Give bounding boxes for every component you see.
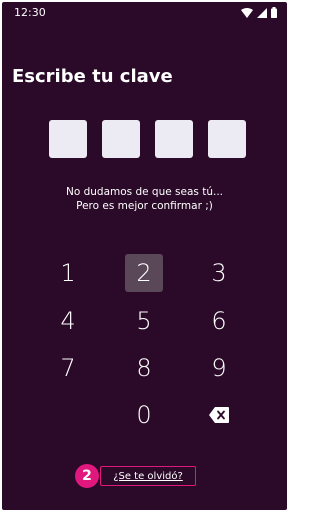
- key-7[interactable]: 7: [49, 349, 87, 387]
- key-4[interactable]: 4: [49, 302, 87, 340]
- key-3[interactable]: 3: [200, 254, 238, 292]
- key-6[interactable]: 6: [200, 302, 238, 340]
- forgot-pin-link[interactable]: ¿Se te olvidó?: [100, 466, 196, 486]
- pin-digit-box[interactable]: [155, 120, 193, 158]
- page-title: Escribe tu clave: [12, 66, 173, 87]
- pin-digit-box[interactable]: [102, 120, 140, 158]
- battery-icon: [271, 3, 277, 22]
- status-bar: 12:30: [2, 2, 287, 22]
- key-1[interactable]: 1: [49, 254, 87, 292]
- backspace-icon: [209, 401, 229, 429]
- key-0[interactable]: 0: [125, 396, 163, 434]
- pin-digit-box[interactable]: [208, 120, 246, 158]
- confirm-message-line2: Pero es mejor confirmar ;): [76, 200, 213, 212]
- signal-icon: [257, 3, 267, 22]
- pin-digit-box[interactable]: [49, 120, 87, 158]
- status-time: 12:30: [14, 6, 46, 19]
- unlock-screen: 12:30 Escribe tu clave No dudamos de que…: [2, 2, 287, 510]
- key-8[interactable]: 8: [125, 349, 163, 387]
- forgot-pin-area: 2 ¿Se te olvidó?: [75, 464, 197, 488]
- step-badge: 2: [75, 464, 99, 488]
- confirm-message: No dudamos de que seas tú... Pero es mej…: [2, 185, 287, 213]
- key-2[interactable]: 2: [125, 254, 163, 292]
- pin-input[interactable]: [49, 120, 246, 158]
- wifi-icon: [241, 3, 253, 22]
- key-9[interactable]: 9: [200, 349, 238, 387]
- backspace-button[interactable]: [200, 396, 238, 434]
- confirm-message-line1: No dudamos de que seas tú...: [65, 186, 224, 198]
- key-5[interactable]: 5: [125, 302, 163, 340]
- status-icons: [241, 6, 277, 18]
